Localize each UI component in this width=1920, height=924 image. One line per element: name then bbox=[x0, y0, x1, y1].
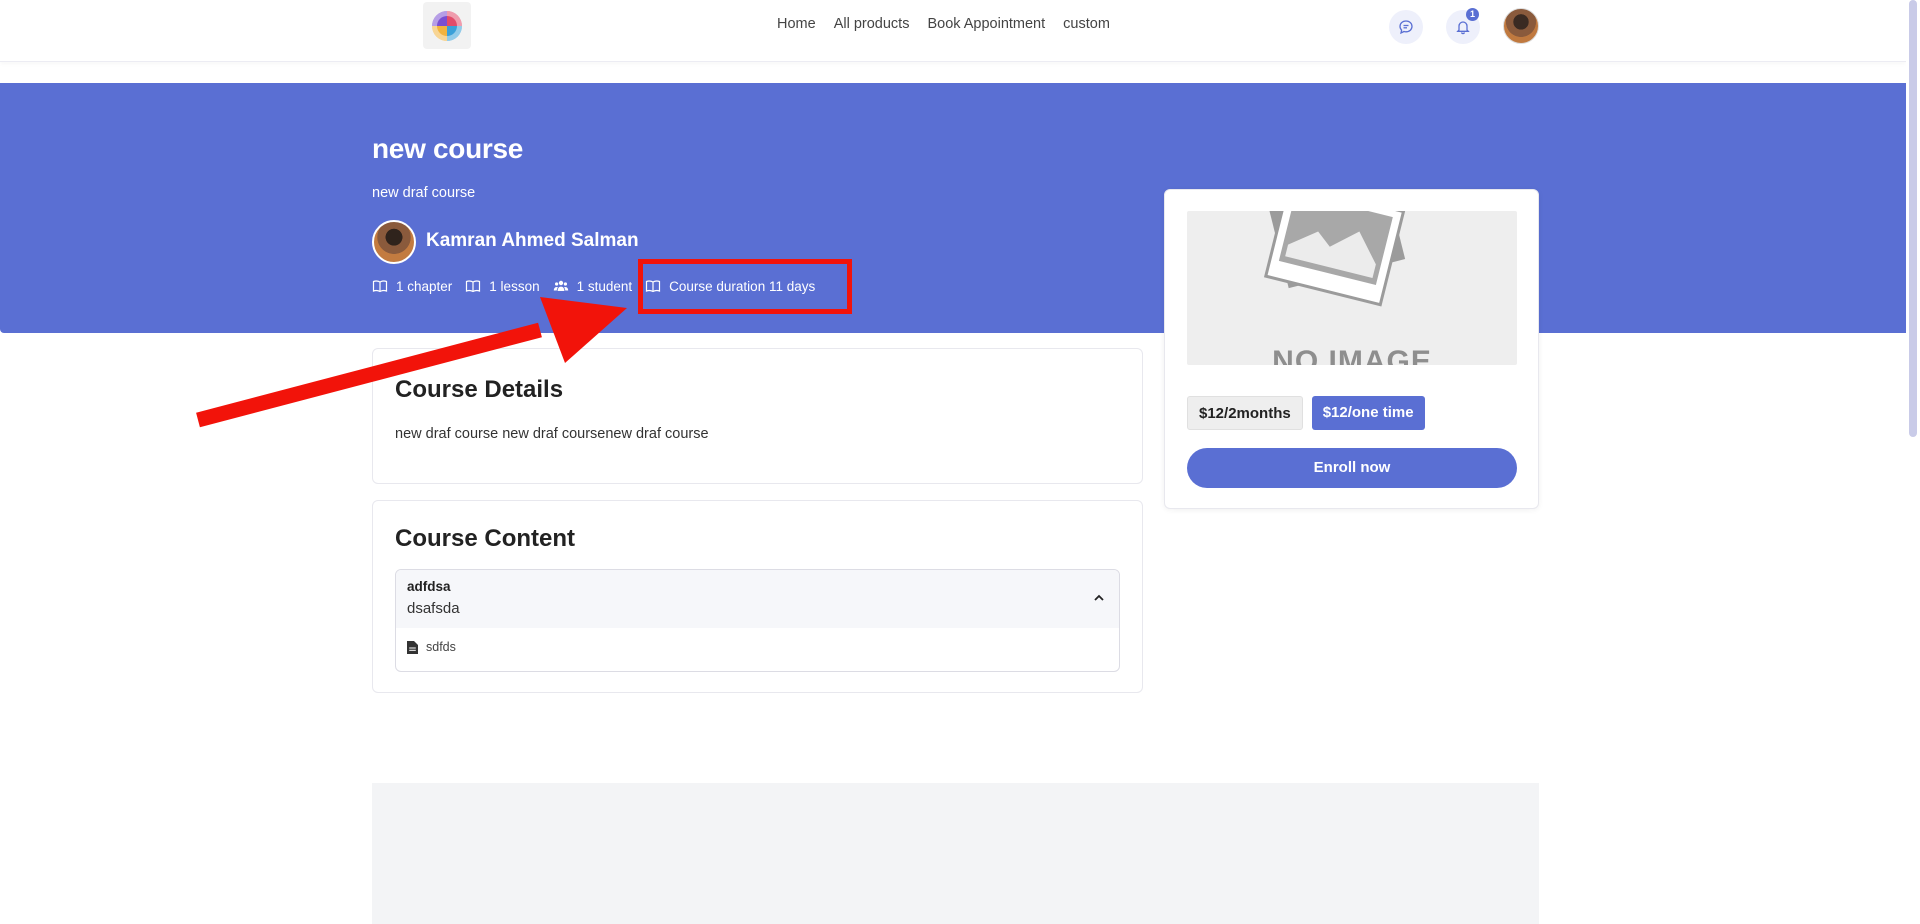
enroll-card: NO IMAGE $12/2months $12/one time Enroll… bbox=[1164, 189, 1539, 509]
price-options: $12/2months $12/one time bbox=[1187, 396, 1425, 430]
nav-link-home[interactable]: Home bbox=[777, 16, 816, 32]
nav-links: Home All products Book Appointment custo… bbox=[777, 16, 1110, 32]
course-image-placeholder: NO IMAGE bbox=[1187, 211, 1517, 365]
enroll-now-button[interactable]: Enroll now bbox=[1187, 448, 1517, 488]
course-hero-banner bbox=[0, 83, 1911, 333]
chevron-up-icon[interactable] bbox=[1091, 590, 1107, 606]
course-content-card: Course Content adfdsa dsafsda sdfds bbox=[372, 500, 1143, 693]
page: Home All products Book Appointment custo… bbox=[0, 0, 1920, 924]
nav-link-custom[interactable]: custom bbox=[1063, 16, 1110, 32]
annotation-highlight-box bbox=[638, 259, 852, 314]
meta-students-label: 1 student bbox=[576, 278, 633, 294]
course-subtitle: new draf course bbox=[372, 185, 476, 201]
course-details-text: new draf course new draf coursenew draf … bbox=[395, 426, 709, 442]
course-title: new course bbox=[372, 133, 524, 164]
top-navbar: Home All products Book Appointment custo… bbox=[0, 0, 1906, 62]
nav-link-book-appointment[interactable]: Book Appointment bbox=[927, 16, 1045, 32]
user-avatar[interactable] bbox=[1503, 8, 1539, 44]
logo-mark bbox=[432, 10, 462, 41]
course-details-card: Course Details new draf course new draf … bbox=[372, 348, 1143, 484]
chapter-accordion: adfdsa dsafsda sdfds bbox=[395, 569, 1120, 672]
meta-chapters-label: 1 chapter bbox=[396, 278, 453, 294]
author-avatar[interactable] bbox=[372, 220, 416, 264]
book-icon bbox=[466, 280, 481, 293]
lesson-item[interactable]: sdfds bbox=[407, 640, 456, 654]
no-image-text: NO IMAGE bbox=[1272, 345, 1432, 365]
course-content-title: Course Content bbox=[395, 525, 575, 552]
scrollbar-thumb[interactable] bbox=[1909, 0, 1917, 437]
notification-badge: 1 bbox=[1466, 8, 1479, 21]
price-option-2months[interactable]: $12/2months bbox=[1187, 396, 1303, 430]
users-icon bbox=[553, 280, 568, 291]
meta-lessons: 1 lesson bbox=[465, 278, 540, 294]
site-logo[interactable] bbox=[423, 2, 471, 49]
chat-button[interactable] bbox=[1389, 10, 1423, 44]
image-placeholder-icon bbox=[1263, 211, 1406, 307]
author-name[interactable]: Kamran Ahmed Salman bbox=[426, 230, 639, 252]
bell-icon bbox=[1456, 21, 1470, 35]
chapter-title: adfdsa bbox=[407, 579, 451, 594]
map-section bbox=[372, 783, 1539, 924]
chapter-accordion-header[interactable]: adfdsa dsafsda bbox=[396, 570, 1119, 628]
course-details-title: Course Details bbox=[395, 376, 564, 403]
chapter-subtitle: dsafsda bbox=[407, 600, 460, 617]
lesson-label: sdfds bbox=[426, 640, 456, 654]
notifications-button[interactable]: 1 bbox=[1446, 8, 1480, 44]
meta-students: 1 student bbox=[553, 278, 633, 294]
chat-icon bbox=[1399, 20, 1413, 35]
book-icon bbox=[372, 280, 388, 293]
price-option-one-time[interactable]: $12/one time bbox=[1311, 396, 1425, 430]
file-icon bbox=[407, 640, 418, 654]
meta-chapters: 1 chapter bbox=[372, 278, 452, 294]
meta-lessons-label: 1 lesson bbox=[489, 278, 540, 294]
nav-link-all-products[interactable]: All products bbox=[834, 16, 910, 32]
